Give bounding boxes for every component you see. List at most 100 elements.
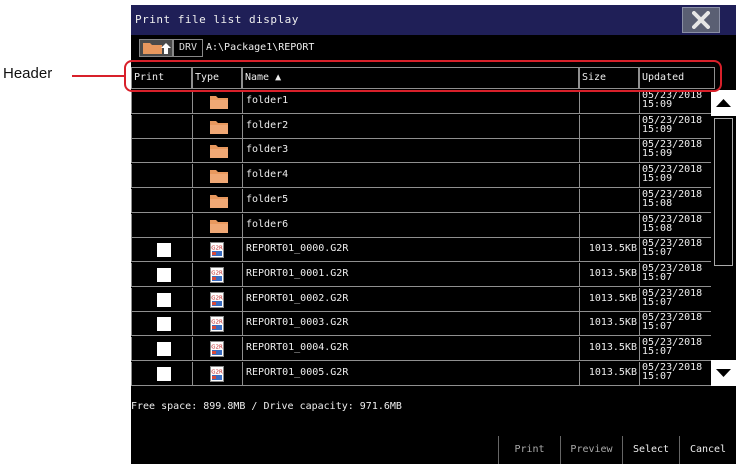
updated-cell: 05/23/2018 15:07 [639,262,711,287]
type-cell [192,213,242,238]
name-cell: folder6 [242,213,579,238]
g2r-icon-text: G2R [211,270,223,276]
updated-time: 15:08 [642,222,673,234]
print-cell [131,312,192,337]
print-file-list-window: Print file list display DRV A:\Package1\… [131,5,736,464]
name-cell: REPORT01_0003.G2R [242,312,579,337]
name-cell: REPORT01_0005.G2R [242,361,579,386]
column-header-size[interactable]: Size [579,67,639,89]
updated-time: 15:09 [642,99,673,110]
scroll-track[interactable] [711,118,736,358]
type-cell [192,114,242,139]
name-cell: REPORT01_0002.G2R [242,287,579,312]
vertical-scrollbar[interactable] [711,90,736,386]
table-row[interactable]: G2R REPORT01_0000.G2R 1013.5KB 05/23/2018 15… [131,238,711,263]
select-all-button[interactable]: Select all [622,436,679,464]
table-row[interactable]: G2R REPORT01_0005.G2R 1013.5KB 05/23/2018 15… [131,361,711,386]
scroll-down-icon [716,369,731,377]
path-bar: DRV A:\Package1\REPORT [131,38,736,58]
updated-cell: 05/23/2018 15:07 [639,312,711,337]
updated-time: 15:07 [642,296,673,308]
updated-time: 15:07 [642,321,673,333]
updated-cell: 05/23/2018 15:09 [639,114,711,139]
header-callout-label: Header [3,65,53,82]
table-row[interactable]: folder1 05/23/2018 15:09 [131,90,711,114]
print-checkbox[interactable] [157,243,171,258]
table-row[interactable]: folder3 05/23/2018 15:09 [131,139,711,164]
type-cell: G2R [192,287,242,312]
cancel-all-button[interactable]: Cancel all [679,436,736,464]
print-checkbox[interactable] [157,267,171,282]
name-cell: REPORT01_0000.G2R [242,238,579,263]
table-row[interactable]: folder4 05/23/2018 15:09 [131,164,711,189]
updated-cell: 05/23/2018 15:07 [639,361,711,386]
name-cell: folder1 [242,90,579,114]
window-title: Print file list display [135,13,299,26]
updated-time: 15:09 [642,173,673,185]
g2r-file-icon: G2R [210,266,224,286]
g2r-icon-text: G2R [211,320,223,326]
folder-icon [210,143,228,161]
print-cell [131,90,192,114]
updated-cell: 05/23/2018 15:07 [639,238,711,263]
type-cell: G2R [192,312,242,337]
updated-cell: 05/23/2018 15:08 [639,188,711,213]
print-cell [131,337,192,361]
close-button[interactable] [682,7,720,33]
table-row[interactable]: G2R REPORT01_0001.G2R 1013.5KB 05/23/2018 15… [131,262,711,287]
print-cell [131,262,192,287]
updated-time: 15:07 [642,370,673,382]
print-cell [131,139,192,164]
table-row[interactable]: folder6 05/23/2018 15:08 [131,213,711,238]
name-cell: REPORT01_0001.G2R [242,262,579,287]
print-checkbox[interactable] [157,292,171,307]
scroll-up-button[interactable] [711,90,736,116]
size-cell [579,90,639,114]
scroll-thumb[interactable] [714,118,733,266]
updated-cell: 05/23/2018 15:07 [639,287,711,312]
print-checkbox[interactable] [157,342,171,356]
print-cell [131,287,192,312]
table-row[interactable]: folder2 05/23/2018 15:09 [131,114,711,139]
type-cell: G2R [192,361,242,386]
table-row[interactable]: folder5 05/23/2018 15:08 [131,188,711,213]
column-header-print[interactable]: Print [131,67,192,89]
drive-button[interactable]: DRV [173,39,203,57]
updated-time: 15:09 [642,123,673,135]
preview-button[interactable]: Preview [560,436,622,464]
type-cell [192,90,242,114]
print-button[interactable]: Print [498,436,560,464]
print-checkbox[interactable] [157,366,171,381]
updated-cell: 05/23/2018 15:07 [639,337,711,361]
updated-time: 15:07 [642,346,673,357]
g2r-icon-text: G2R [211,246,223,252]
folder-up-button[interactable] [139,39,173,57]
column-header-updated[interactable]: Updated [639,67,715,89]
g2r-file-icon: G2R [210,365,224,385]
folder-icon [210,94,228,112]
updated-cell: 05/23/2018 15:09 [639,139,711,164]
folder-icon [210,193,228,211]
size-cell: 1013.5KB [579,337,639,361]
print-checkbox[interactable] [157,317,171,332]
column-header-name[interactable]: Name ▲ [242,67,579,89]
column-header-type[interactable]: Type [192,67,242,89]
size-cell: 1013.5KB [579,238,639,263]
type-cell: G2R [192,337,242,361]
type-cell [192,188,242,213]
scroll-down-button[interactable] [711,360,736,386]
size-cell: 1013.5KB [579,287,639,312]
g2r-icon-text: G2R [211,345,223,351]
size-cell: 1013.5KB [579,262,639,287]
size-cell [579,114,639,139]
print-cell [131,213,192,238]
table-row[interactable]: G2R REPORT01_0002.G2R 1013.5KB 05/23/2018 15… [131,287,711,312]
footer-button-bar: Print Preview Select all Cancel all [131,436,736,464]
print-cell [131,361,192,386]
type-cell [192,139,242,164]
print-cell [131,238,192,263]
table-row[interactable]: G2R REPORT01_0004.G2R 1013.5KB 05/23/2018 15… [131,337,711,361]
g2r-file-icon: G2R [210,291,224,311]
table-row[interactable]: G2R REPORT01_0003.G2R 1013.5KB 05/23/2018 15… [131,312,711,337]
g2r-file-icon: G2R [210,341,224,360]
